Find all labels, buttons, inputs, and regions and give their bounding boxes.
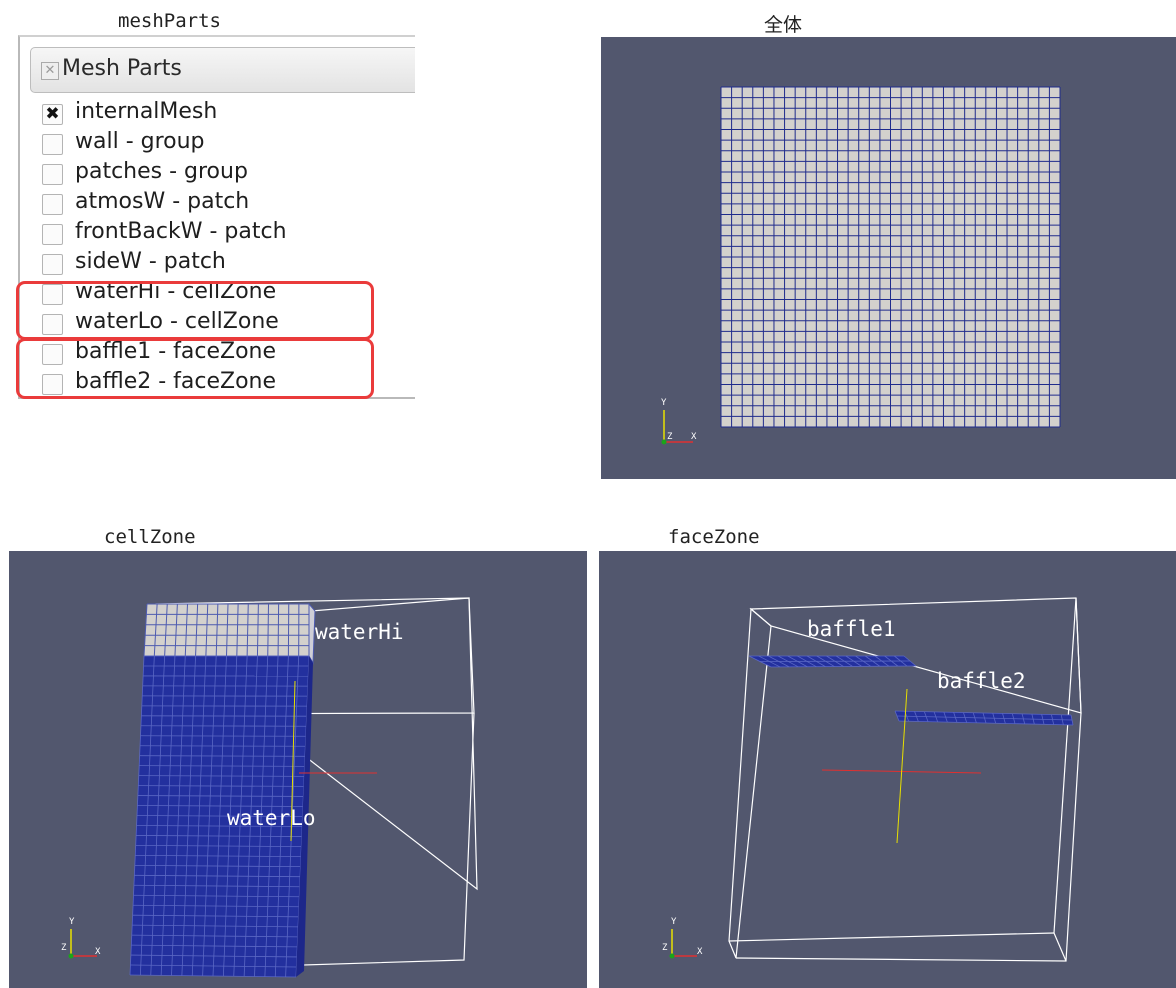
axis-y-label: Y [661,398,667,408]
baffle1-label: baffle1 [807,617,896,641]
checkbox[interactable] [42,224,63,245]
caption-facezone: faceZone [668,526,760,548]
checkbox[interactable] [42,194,63,215]
mesh-part-label: patches - group [75,159,248,184]
mesh-line [277,603,280,657]
cellzone-viewport[interactable]: waterHi waterLo Y Z X [9,551,587,988]
mesh-parts-title: Mesh Parts [62,56,182,81]
mesh-line [140,735,306,737]
facezone-viewport[interactable]: baffle1 baffle2 Y Z X [599,551,1176,988]
axis-x-label: X [691,432,697,442]
mesh-part-label: atmosW - patch [75,189,250,214]
overall-scene [661,86,1061,445]
mesh-part-label: internalMesh [75,99,218,124]
mesh-part-label: wall - group [75,129,205,154]
header-checkbox[interactable]: ✕ [41,62,59,80]
axes-triad [669,929,697,959]
facezone-highlight [16,338,374,399]
mesh-part-label: frontBackW - patch [75,219,287,244]
waterlo-label: waterLo [227,806,316,830]
mesh-part-label: sideW - patch [75,249,226,274]
axis-z-label: Z [667,432,673,442]
domain-outline [728,597,1082,962]
baffle2-label: baffle2 [937,669,1026,693]
cellzone-scene [68,597,478,978]
checkbox[interactable] [42,254,63,275]
axis-y-label: Y [69,917,75,927]
caption-meshparts: meshParts [118,10,221,32]
axis-x-label: X [697,947,703,957]
mesh-parts-header[interactable]: ✕ Mesh Parts [30,47,415,93]
axis-x-label: X [95,947,101,957]
overall-viewport[interactable]: Y Z X [601,37,1176,479]
axis-y-label: Y [671,917,677,927]
checkbox-internalmesh[interactable]: ✖ [42,104,63,125]
axes-triad [68,929,97,959]
checkbox[interactable] [42,164,63,185]
mesh-line [140,745,306,747]
caption-cellzone: cellZone [104,526,196,548]
mesh-line [759,660,911,662]
axis-z-label: Z [61,943,67,953]
caption-overall: 全体 [764,14,803,36]
checkbox[interactable] [42,134,63,155]
cellzone-highlight [16,281,374,340]
axis-z-label: Z [662,943,668,953]
waterhi-label: waterHi [315,620,404,644]
